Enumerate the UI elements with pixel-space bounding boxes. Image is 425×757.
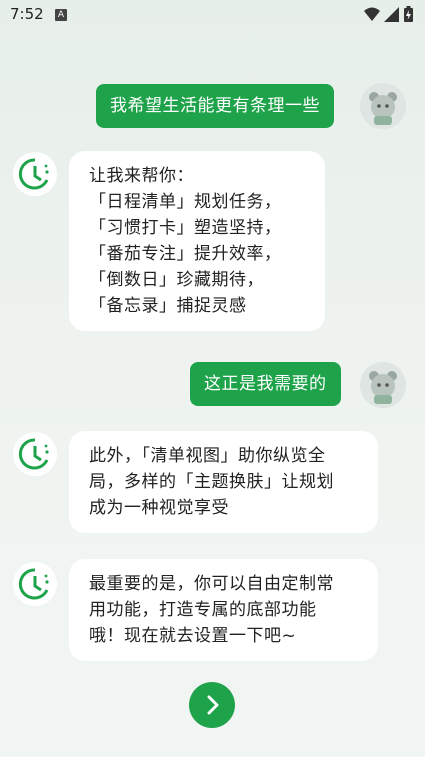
message-text: 我希望生活能更有条理一些	[110, 96, 320, 116]
signal-icon	[384, 7, 399, 22]
user-avatar-icon	[360, 83, 406, 129]
message-text: 最重要的是，你可以自由定制常	[89, 574, 334, 594]
bot-message-bubble: 此外，「清单视图」助你纵览全 局，多样的「主题换肤」让规划 成为一种视觉享受	[69, 431, 378, 533]
message-text: 此外，「清单视图」助你纵览全	[89, 446, 326, 466]
message-text: 让我来帮你：	[89, 166, 194, 186]
message-text: 用功能，打造专属的底部功能	[89, 600, 317, 620]
next-button[interactable]	[189, 682, 235, 728]
user-message-bubble: 这正是我需要的	[190, 362, 341, 406]
message-text: 这正是我需要的	[204, 374, 327, 394]
message-text: 「番茄专注」提升效率，	[89, 244, 282, 264]
message-text: 成为一种视觉享受	[89, 498, 229, 518]
message-text: 哦！现在就去设置一下吧~	[89, 626, 297, 646]
status-bar: 7:52 A	[0, 0, 425, 30]
message-text: 局，多样的「主题换肤」让规划	[89, 472, 334, 492]
message-text: 「日程清单」规划任务，	[89, 192, 282, 212]
status-time: 7:52	[10, 5, 44, 23]
bot-avatar-clock-icon	[13, 152, 57, 196]
bot-avatar-clock-icon	[13, 562, 57, 606]
message-text: 「倒数日」珍藏期待，	[89, 270, 264, 290]
bot-message-bubble: 最重要的是，你可以自由定制常 用功能，打造专属的底部功能 哦！现在就去设置一下吧…	[69, 559, 378, 661]
user-avatar-icon	[360, 362, 406, 408]
battery-charging-icon	[404, 6, 413, 22]
message-text: 「备忘录」捕捉灵感	[89, 296, 247, 316]
wifi-icon	[364, 7, 380, 21]
bot-message-bubble: 让我来帮你： 「日程清单」规划任务， 「习惯打卡」塑造坚持， 「番茄专注」提升效…	[69, 151, 325, 331]
chevron-right-icon	[207, 695, 219, 715]
message-text: 「习惯打卡」塑造坚持，	[89, 218, 282, 238]
user-message-bubble: 我希望生活能更有条理一些	[96, 84, 334, 128]
bot-avatar-clock-icon	[13, 432, 57, 476]
notification-icon: A	[55, 9, 67, 21]
